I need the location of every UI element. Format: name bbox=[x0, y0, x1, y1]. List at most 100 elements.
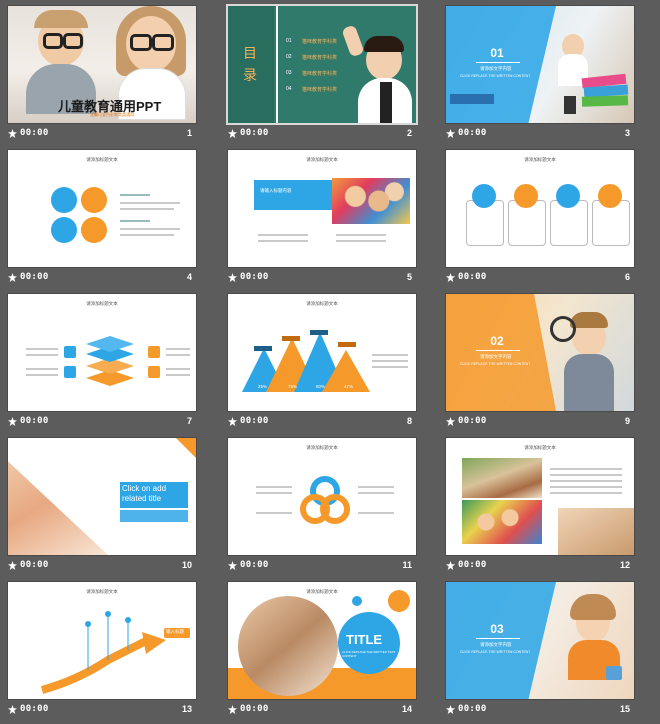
magnifier bbox=[550, 316, 576, 342]
animation-star-icon bbox=[228, 417, 237, 426]
slide-14-timing: 00:00 bbox=[240, 704, 269, 714]
slide-7-caption: 00:00 7 bbox=[8, 416, 196, 428]
book-3 bbox=[581, 95, 629, 107]
section-sublabel: CLICK REPLACE THE WRITTEN CONTENT bbox=[460, 650, 531, 654]
slide-5-title: 请添加标题文本 bbox=[306, 157, 338, 162]
section-label: 请添加文字内容 bbox=[480, 66, 512, 71]
text-line bbox=[358, 486, 394, 488]
slide-thumbnail-5[interactable]: 请添加标题文本 请输入标题内容 bbox=[228, 150, 416, 267]
slide-13-number: 13 bbox=[181, 704, 192, 714]
slide-13-timing: 00:00 bbox=[20, 704, 49, 714]
slide-10-heading: Click on add related title bbox=[122, 484, 167, 503]
text-line bbox=[166, 368, 190, 370]
badge-rule bbox=[476, 350, 520, 351]
slide-thumbnail-15[interactable]: 03 请添加文字内容 CLICK REPLACE THE WRITTEN CON… bbox=[446, 582, 634, 699]
slide-thumbnail-2[interactable]: 目录 01 猫咪教育学科类 02 猫咪教育学科类 03 猫咪教育学科类 04 猫… bbox=[228, 6, 416, 123]
animation-star-icon bbox=[228, 273, 237, 282]
percent-1: 25% bbox=[258, 384, 268, 389]
slide-8-number: 8 bbox=[406, 416, 412, 426]
slide-cell-4: 请添加标题文本 00:00 4 bbox=[8, 150, 196, 282]
blue-box-title: 请输入标题内容 bbox=[260, 188, 292, 193]
slide-4-caption: 00:00 4 bbox=[8, 272, 196, 284]
text-line bbox=[372, 360, 408, 362]
classroom-photo bbox=[462, 458, 542, 498]
slide-thumbnail-1[interactable]: 儿童教育通用PPT 温馨可爱色彩教育类通用 bbox=[8, 6, 196, 123]
slide-thumbnail-9[interactable]: 02 请添加文字内容 CLICK REPLACE THE WRITTEN CON… bbox=[446, 294, 634, 411]
section-badge: 03 bbox=[490, 622, 504, 636]
child-photo bbox=[558, 508, 634, 555]
card-4-circle bbox=[598, 184, 622, 208]
animation-star-icon bbox=[228, 561, 237, 570]
text-line bbox=[258, 240, 308, 242]
percent-2: 75% bbox=[288, 384, 298, 389]
slide-13-title: 请添加标题文本 bbox=[86, 589, 118, 594]
text-line bbox=[166, 374, 190, 376]
slide-thumbnail-11[interactable]: 请添加标题文本 bbox=[228, 438, 416, 555]
text-line bbox=[256, 512, 292, 514]
text-line bbox=[26, 374, 58, 376]
toc-item-4: 猫咪教育学科类 bbox=[302, 87, 338, 93]
animation-star-icon bbox=[8, 705, 17, 714]
badge-rule bbox=[476, 62, 520, 63]
text-line bbox=[120, 220, 150, 222]
slide-thumbnail-12[interactable]: 请添加标题文本 bbox=[446, 438, 634, 555]
slide-5-caption: 00:00 5 bbox=[228, 272, 416, 284]
card-3-circle bbox=[556, 184, 580, 208]
animation-star-icon bbox=[446, 129, 455, 138]
toc-index-3: 03 bbox=[286, 70, 292, 76]
section-sublabel: CLICK REPLACE THE WRITTEN CONTENT bbox=[460, 362, 531, 366]
slide-2-number: 2 bbox=[406, 128, 412, 138]
slide-cell-14: 请添加标题文本 TITLE CLICK REPLACE THE WRITTEN … bbox=[228, 582, 416, 714]
slide-6-number: 6 bbox=[624, 272, 630, 282]
slide-thumbnail-13[interactable]: 请添加标题文本 输入标题 bbox=[8, 582, 196, 699]
section-label: 请添加文字内容 bbox=[480, 354, 512, 359]
animation-star-icon bbox=[8, 273, 17, 282]
slide-thumbnail-4[interactable]: 请添加标题文本 bbox=[8, 150, 196, 267]
section-label: 请添加文字内容 bbox=[480, 642, 512, 647]
slide-10-caption: 00:00 10 bbox=[8, 560, 196, 572]
text-line bbox=[550, 492, 622, 494]
settings-icon bbox=[148, 346, 160, 358]
text-line bbox=[120, 202, 180, 204]
contents-heading: 目录 bbox=[243, 45, 257, 83]
slide-thumbnail-3[interactable]: 01 请添加文字内容 CLICK REPLACE THE WRITTEN CON… bbox=[446, 6, 634, 123]
slide-thumbnail-14[interactable]: 请添加标题文本 TITLE CLICK REPLACE THE WRITTEN … bbox=[228, 582, 416, 699]
text-line bbox=[336, 240, 386, 242]
children-drawing-photo bbox=[8, 461, 108, 555]
slide-11-title: 请添加标题文本 bbox=[306, 445, 338, 450]
card-1-circle bbox=[472, 184, 496, 208]
text-line bbox=[550, 468, 622, 470]
animation-star-icon bbox=[8, 129, 17, 138]
girl-glasses-left bbox=[130, 34, 152, 51]
slide-14-title: 请添加标题文本 bbox=[306, 589, 338, 594]
slide-thumbnail-7[interactable]: 请添加标题文本 bbox=[8, 294, 196, 411]
glasses-left bbox=[43, 33, 63, 49]
slide-thumbnail-10[interactable]: Click on add related title bbox=[8, 438, 196, 555]
text-line bbox=[372, 366, 408, 368]
slide-7-timing: 00:00 bbox=[20, 416, 49, 426]
slide-thumbnail-8[interactable]: 请添加标题文本 25% 75% 60% 47% bbox=[228, 294, 416, 411]
slide-thumbnail-6[interactable]: 请添加标题文本 bbox=[446, 150, 634, 267]
big-title: TITLE bbox=[346, 632, 383, 647]
slide-7-number: 7 bbox=[186, 416, 192, 426]
slide-cell-7: 请添加标题文本 00:00 7 bbox=[8, 294, 196, 426]
slide-3-number: 3 bbox=[624, 128, 630, 138]
slide-4-title: 请添加标题文本 bbox=[86, 157, 118, 162]
slide-15-timing: 00:00 bbox=[458, 704, 487, 714]
orange-dot bbox=[388, 590, 410, 612]
slide-14-caption: 00:00 14 bbox=[228, 704, 416, 716]
slide-15-caption: 00:00 15 bbox=[446, 704, 634, 716]
slide-6-timing: 00:00 bbox=[458, 272, 487, 282]
group-photo bbox=[462, 500, 542, 544]
text-line bbox=[120, 228, 180, 230]
animation-star-icon bbox=[8, 561, 17, 570]
text-line bbox=[258, 234, 308, 236]
slide-4-number: 4 bbox=[186, 272, 192, 282]
slide-11-caption: 00:00 11 bbox=[228, 560, 416, 572]
slide-3-timing: 00:00 bbox=[458, 128, 487, 138]
text-line bbox=[550, 486, 622, 488]
slide-cell-8: 请添加标题文本 25% 75% 60% 47% 00:00 8 bbox=[228, 294, 416, 426]
slide-11-number: 11 bbox=[402, 560, 412, 570]
section-badge: 02 bbox=[490, 334, 504, 348]
microscope bbox=[564, 96, 576, 114]
